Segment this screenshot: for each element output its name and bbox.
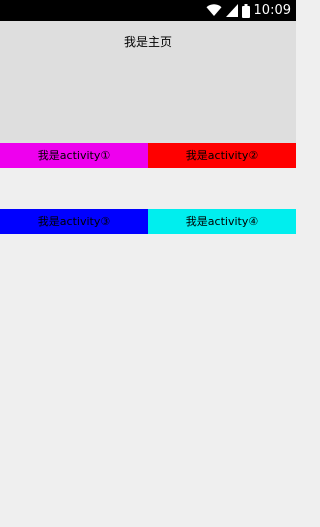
activity-4-button[interactable]: 我是activity④ <box>148 209 296 234</box>
page-title: 我是主页 <box>123 35 172 49</box>
wifi-icon <box>206 4 222 17</box>
activity-1-button[interactable]: 我是activity① <box>0 143 148 168</box>
status-bar: 10:09 <box>0 0 296 21</box>
status-time: 10:09 <box>253 3 291 18</box>
signal-icon <box>225 4 238 17</box>
battery-icon <box>241 3 250 18</box>
activity-2-button[interactable]: 我是activity② <box>148 143 296 168</box>
activity-3-button[interactable]: 我是activity③ <box>0 209 148 234</box>
status-icons: 10:09 <box>206 2 291 19</box>
home-header: 我是主页 <box>0 21 296 143</box>
